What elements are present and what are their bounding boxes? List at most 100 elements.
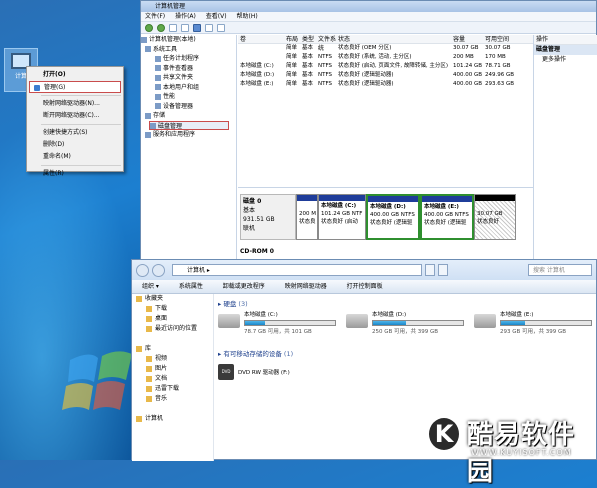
nav-item-icon	[146, 365, 152, 372]
cmd-system-properties[interactable]: 系统属性	[179, 283, 203, 290]
nav-item-label: 下载	[155, 305, 168, 312]
nav-item[interactable]: 迅雷下载	[132, 384, 213, 394]
tree-item-system-tools[interactable]: 系统工具	[141, 45, 236, 55]
menu-create-shortcut[interactable]: 创建快捷方式(S)	[29, 127, 121, 139]
menu-view[interactable]: 查看(V)	[206, 13, 227, 20]
dropdown-icon[interactable]	[425, 264, 435, 276]
drive-name: 本地磁盘 (D:)	[372, 312, 407, 318]
clock-icon	[155, 55, 161, 62]
tree-item-device-manager[interactable]: 设备管理器	[141, 102, 236, 112]
tree-label: 磁盘管理	[158, 122, 183, 130]
tree-item-root[interactable]: 计算机管理(本地)	[141, 35, 236, 45]
col-fs[interactable]: 文件系统	[318, 35, 338, 52]
table-row[interactable]: 本地磁盘 (C:) 简单 基本 NTFS 状态良好 (启动, 页面文件, 故障转储, 主…	[238, 62, 533, 71]
nav-item[interactable]: 库	[132, 344, 213, 354]
table-cell	[318, 44, 338, 53]
search-input[interactable]: 搜索 计算机	[528, 264, 592, 276]
cmd-control-panel[interactable]: 打开控制面板	[347, 283, 383, 290]
menu-delete[interactable]: 删除(D)	[29, 139, 121, 151]
table-row[interactable]: 本地磁盘 (D:) 简单 基本 NTFS 状态良好 (逻辑驱动器) 400.00 GB 24…	[238, 71, 533, 80]
refresh-icon[interactable]	[438, 264, 448, 276]
drive-item[interactable]: 本地磁盘 (E:) 293 GB 可用，共 399 GB	[474, 310, 596, 348]
menu-help[interactable]: 帮助(H)	[237, 13, 258, 20]
nav-item[interactable]: 计算机	[132, 414, 213, 424]
tree-item-storage[interactable]: 存储	[141, 111, 236, 121]
col-capacity[interactable]: 容量	[453, 35, 485, 43]
refresh-icon[interactable]	[217, 23, 225, 32]
menu-action[interactable]: 操作(A)	[175, 13, 196, 20]
col-layout[interactable]: 布局	[286, 35, 302, 43]
menu-manage-label: 管理(G)	[44, 84, 66, 91]
tree-item-shared-folders[interactable]: 共享文件夹	[141, 73, 236, 83]
partition[interactable]: 本地磁盘 (E:) 400.00 GB NTFS 状态良好 (逻辑驱	[420, 194, 474, 240]
forward-icon[interactable]	[152, 263, 165, 277]
menu-open[interactable]: 打开(O)	[29, 69, 121, 81]
partition[interactable]: 本地磁盘 (C:) 101.24 GB NTF 状态良好 (启动	[318, 194, 366, 240]
menu-rename[interactable]: 重命名(M)	[29, 151, 121, 163]
col-free[interactable]: 可用空间	[485, 35, 509, 43]
tree-label: 性能	[163, 93, 176, 100]
cdrom-label[interactable]: CD-ROM 0	[240, 248, 274, 255]
nav-item	[132, 404, 213, 414]
back-icon[interactable]	[136, 263, 149, 277]
nav-item[interactable]: 音乐	[132, 394, 213, 404]
col-volume[interactable]: 卷	[238, 35, 286, 43]
cmd-map-drive[interactable]: 映射网络驱动器	[285, 283, 327, 290]
nav-item-label: 桌面	[155, 315, 168, 322]
partition[interactable]: 本地磁盘 (D:) 400.00 GB NTFS 状态良好 (逻辑驱	[366, 194, 420, 240]
properties-icon[interactable]	[205, 23, 213, 32]
removable-group-head[interactable]: ▸ 有可移动存储的设备 (1)	[218, 348, 596, 360]
nav-item[interactable]: 最近访问的位置	[132, 324, 213, 334]
menu-map-drive[interactable]: 映射网络驱动器(N)...	[29, 98, 121, 110]
nav-item[interactable]: 下载	[132, 304, 213, 314]
address-input[interactable]: 计算机 ▸	[172, 264, 422, 276]
table-cell: 基本	[302, 63, 314, 69]
forward-icon[interactable]	[157, 23, 165, 32]
watermark-url: WWW.KUYISOFT.COM	[471, 448, 572, 457]
actions-sub[interactable]: 磁盘管理	[534, 45, 597, 55]
disk-0-label[interactable]: 磁盘 0 基本 931.51 GB 联机	[240, 194, 296, 240]
nav-item[interactable]: 桌面	[132, 314, 213, 324]
menu-file[interactable]: 文件(F)	[145, 13, 165, 20]
table-cell: 101.24 GB	[453, 63, 483, 69]
nav-item-label: 迅雷下载	[155, 385, 180, 392]
nav-item[interactable]: 收藏夹	[132, 294, 213, 304]
up-icon[interactable]	[169, 23, 177, 32]
partition-name: 本地磁盘 (C:)	[321, 203, 357, 209]
tree-item-event-viewer[interactable]: 事件查看器	[141, 64, 236, 74]
table-row[interactable]: 本地磁盘 (E:) 简单 基本 NTFS 状态良好 (逻辑驱动器) 400.00 GB 29…	[238, 80, 533, 89]
cmd-uninstall[interactable]: 卸载或更改程序	[223, 283, 265, 290]
back-icon[interactable]	[145, 23, 153, 32]
nav-item[interactable]: 视频	[132, 354, 213, 364]
drive-item[interactable]: 本地磁盘 (D:) 250 GB 可用，共 399 GB	[346, 310, 468, 348]
partition[interactable]: 30.07 GB 状态良好	[474, 194, 516, 240]
menu-manage[interactable]: 管理(G)	[29, 81, 121, 93]
nav-item[interactable]: 文档	[132, 374, 213, 384]
cm-menubar: 文件(F) 操作(A) 查看(V) 帮助(H)	[141, 12, 596, 22]
col-type[interactable]: 类型	[302, 35, 318, 43]
dvd-drive[interactable]: DVD DVD RW 驱动器 (F:)	[218, 364, 596, 380]
tree-item-disk-management[interactable]: 磁盘管理	[149, 120, 229, 130]
show-tree-icon[interactable]	[181, 23, 189, 32]
cmd-organize[interactable]: 组织 ▾	[142, 283, 159, 290]
tree-item-task-scheduler[interactable]: 任务计划程序	[141, 54, 236, 64]
menu-disconnect-drive[interactable]: 断开网络驱动器(C)...	[29, 110, 121, 122]
hdd-group-head[interactable]: ▸ 硬盘 (3)	[218, 298, 596, 310]
tree-item-local-users[interactable]: 本地用户和组	[141, 83, 236, 93]
table-cell: 293.63 GB	[485, 81, 515, 87]
table-row[interactable]: 简单 基本 状态良好 (OEM 分区) 30.07 GB 30.07 GB	[238, 44, 533, 53]
partition-status: 状态良好 (逻辑驱	[370, 220, 413, 226]
drive-item[interactable]: 本地磁盘 (C:) 78.7 GB 可用，共 101 GB	[218, 310, 340, 348]
col-status[interactable]: 状态	[338, 35, 453, 43]
tree-item-services[interactable]: 服务和应用程序	[141, 130, 236, 140]
drive-usage-bar	[500, 320, 592, 326]
partition[interactable]: 200 M 状态良	[296, 194, 318, 240]
more-actions-link[interactable]: 更多操作	[534, 55, 597, 65]
tree-item-performance[interactable]: 性能	[141, 92, 236, 102]
table-row[interactable]: 简单 基本 NTFS 状态良好 (系统, 活动, 主分区) 200 MB 170 MB	[238, 53, 533, 62]
menu-properties[interactable]: 属性(R)	[29, 168, 121, 180]
nav-item-icon	[146, 385, 152, 392]
help-icon[interactable]	[193, 23, 201, 32]
nav-item[interactable]: 图片	[132, 364, 213, 374]
drive-free: 78.7 GB 可用，共 101 GB	[244, 329, 312, 335]
